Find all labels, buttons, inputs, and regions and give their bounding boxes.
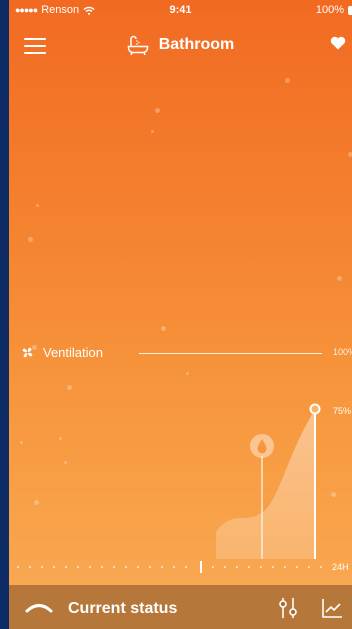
timeline-dot [137, 566, 139, 568]
timeline-dot [89, 566, 91, 568]
current-status-label[interactable]: Current status [68, 600, 177, 618]
timeline-dot [149, 566, 151, 568]
timeline-dot [17, 566, 19, 568]
timeline-dot [236, 566, 238, 568]
timeline-now-marker[interactable] [200, 561, 202, 573]
timeline-dot [284, 566, 286, 568]
timeline-dot [101, 566, 103, 568]
timeline-dot [272, 566, 274, 568]
timeline-dot [53, 566, 55, 568]
timeline-dot [248, 566, 250, 568]
timeline-dot [224, 566, 226, 568]
timeline-dot [113, 566, 115, 568]
ventilation-area [216, 410, 315, 559]
timeline-dot [320, 566, 322, 568]
app-screen: ●●●●● Renson 9:41 100% Bathroom Ventilat… [9, 0, 352, 629]
timeline-dot [77, 566, 79, 568]
ventilation-graph [216, 403, 321, 559]
timeline-dot [308, 566, 310, 568]
line-chart-icon[interactable] [321, 597, 343, 619]
timeline-dot [125, 566, 127, 568]
timeline-dot [161, 566, 163, 568]
timeline-dot [296, 566, 298, 568]
timeline-dot [173, 566, 175, 568]
current-level-handle[interactable] [309, 403, 321, 415]
chevron-up-icon[interactable] [25, 599, 53, 613]
timeline-dot [65, 566, 67, 568]
current-status-bar[interactable]: Current status [9, 585, 352, 629]
timeline-dot [185, 566, 187, 568]
timeline-dot [41, 566, 43, 568]
timeline-dot [29, 566, 31, 568]
timeline-dot [260, 566, 262, 568]
sliders-icon[interactable] [277, 597, 299, 619]
current-level-label: 75% [333, 406, 352, 416]
humidity-drop-icon[interactable] [250, 434, 274, 458]
timeline-end-label: 24H [332, 562, 349, 572]
timeline-dot [212, 566, 214, 568]
